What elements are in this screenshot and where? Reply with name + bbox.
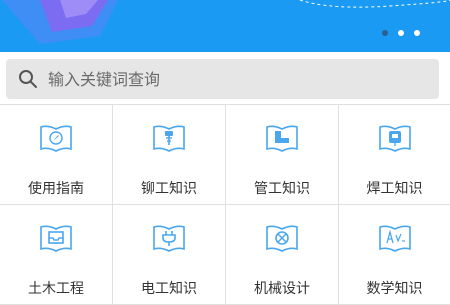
carousel-dot-active[interactable] [414,30,420,36]
category-usage-guide[interactable]: 使用指南 [0,105,113,205]
category-label: 数学知识 [366,281,423,297]
banner-illustration [0,0,450,52]
carousel-dot[interactable] [398,30,404,36]
category-label: 使用指南 [28,181,84,197]
welding-book-icon [378,125,411,152]
category-label: 铆工知识 [141,181,197,197]
category-welding[interactable]: 焊工知识 [339,105,450,205]
category-label: 焊工知识 [366,181,423,197]
category-mechanical-design[interactable]: 机械设计 [226,205,339,305]
category-label: 电工知识 [141,281,197,297]
top-banner-carousel[interactable] [0,0,450,52]
tray-book-icon [40,225,72,252]
category-grid: 使用指南 铆工知识 管工知识 焊工知识 土木工程 电工知识 机械设计 数学知识 [0,104,450,305]
category-mathematics[interactable]: 数学知识 [339,205,450,305]
plug-book-icon [153,225,185,252]
category-riveting[interactable]: 铆工知识 [113,105,226,205]
gear-book-icon [266,225,298,252]
search-bar-container [0,52,450,104]
category-electrical[interactable]: 电工知识 [113,205,226,305]
category-label: 土木工程 [28,281,84,297]
carousel-dot[interactable] [382,30,388,36]
pipe-book-icon [266,125,298,152]
category-label: 机械设计 [254,281,310,297]
category-civil-engineering[interactable]: 土木工程 [0,205,113,305]
category-label: 管工知识 [254,181,310,197]
search-icon [19,70,37,88]
rivet-book-icon [153,125,185,152]
search-input[interactable] [48,69,408,89]
search-bar[interactable] [6,59,439,99]
formula-book-icon [378,225,411,252]
category-pipefitting[interactable]: 管工知识 [226,105,339,205]
carousel-indicator [382,30,420,36]
compass-book-icon [40,125,72,152]
